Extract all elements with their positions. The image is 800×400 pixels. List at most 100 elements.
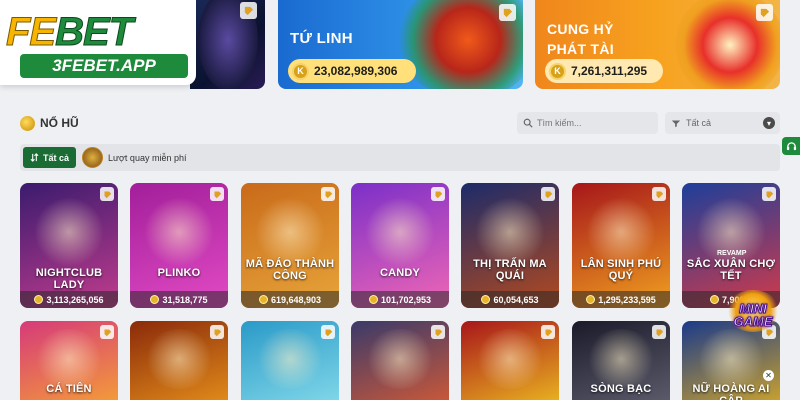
promo-tag-icon [541,187,555,201]
game-title: PLINKO [157,267,201,279]
coin-icon [34,295,44,304]
revamp-label: REVAMP [717,250,747,257]
game-art-highlight [475,329,545,389]
jackpot-bar: 101,702,953 [351,291,449,308]
game-card[interactable]: CÁ TIÊN [20,321,118,400]
jackpot-bar: 60,054,653 [461,291,559,308]
filter-free-spins-label: Lượt quay miễn phí [108,152,187,163]
promo-tag-icon [652,187,666,201]
promo-tag-icon [321,187,335,201]
promo-tag-icon [762,187,776,201]
jackpot-amount: 23,082,989,306 [314,64,398,78]
jackpot-bar: 31,518,775 [130,291,228,308]
game-card[interactable]: THỊ TRẤN MA QUÁI 60,054,653 [461,183,559,308]
game-art-highlight [365,329,435,389]
game-art-highlight [586,197,656,267]
banner-title: TỨ LINH [290,30,353,47]
jackpot-amount: 7,261,311,295 [571,64,648,78]
game-card[interactable]: CANDY 101,702,953 [351,183,449,308]
chevron-down-icon: ▾ [763,117,775,129]
free-spin-icon [82,147,103,168]
jackpot-bar: 3,113,265,056 [20,291,118,308]
game-title: NIGHTCLUB LADY [35,267,103,291]
sort-arrows-icon [30,153,39,162]
game-art-highlight [34,329,104,389]
promo-tag-icon [210,325,224,339]
coin-icon [586,295,596,304]
coin-icon [368,295,378,304]
game-title: THỊ TRẤN MA QUÁI [473,258,547,282]
jackpot-bar: 619,648,903 [241,291,339,308]
jackpot-pill: K 23,082,989,306 [288,59,416,83]
filter-free-spins-button[interactable]: Lượt quay miễn phí [82,147,186,168]
game-art-highlight [365,197,435,267]
headset-icon [786,141,796,150]
game-art-highlight [144,197,214,267]
banner-tu-linh[interactable]: TỨ LINH K 23,082,989,306 [278,0,523,89]
logo-wordmark: FEBET [5,10,133,54]
game-title: CANDY [379,267,421,279]
game-title: NỮ HOÀNG AI CẬP [692,383,770,400]
search-input[interactable] [537,118,647,128]
game-title: SẮC XUÂN CHỢ TẾT [686,258,776,282]
game-art-highlight [586,329,656,389]
promo-tag-icon [431,187,445,201]
game-art-highlight [144,329,214,389]
game-card[interactable]: MÃ ĐÁO THÀNH CÔNG 619,648,903 [241,183,339,308]
promo-tag-icon [541,325,555,339]
game-card[interactable] [351,321,449,400]
search-box[interactable] [517,112,658,134]
filter-bar: Tất cả Lượt quay miễn phí [20,144,780,171]
game-art-highlight [475,197,545,267]
jackpot-pot-icon [20,116,35,131]
game-title: SÒNG BẠC [590,383,652,395]
game-card[interactable]: SÒNG BẠC [572,321,670,400]
logo-fe: FE [5,10,56,54]
support-side-tab[interactable] [782,137,800,155]
coin-icon [150,295,160,304]
promo-tag-icon [321,325,335,339]
game-title: LÂN SINH PHÚ QUÝ [580,258,662,282]
game-card[interactable] [130,321,228,400]
section-title: NỔ HŨ [40,116,79,130]
jackpot-amount: 619,648,903 [270,294,322,305]
mini-game-label: MINI GAME [722,302,784,329]
promo-tag-icon [100,325,114,339]
coin-icon [258,295,268,304]
game-card[interactable]: NIGHTCLUB LADY 3,113,265,056 [20,183,118,308]
promo-tag-icon [756,4,773,21]
game-card[interactable]: PLINKO 31,518,775 [130,183,228,308]
game-card[interactable] [461,321,559,400]
close-icon[interactable]: ✕ [763,370,774,381]
banner-promo-dark[interactable] [190,0,265,89]
promo-tag-icon [499,4,516,21]
logo-domain: 3FEBET.APP [20,54,188,78]
game-art-highlight [255,329,325,389]
game-art-highlight [255,197,325,267]
promo-tag-icon [100,187,114,201]
jackpot-amount: 1,295,233,595 [598,294,656,305]
promo-tag-icon [210,187,224,201]
jackpot-amount: 31,518,775 [162,294,208,305]
coin-icon [481,295,491,304]
filter-icon [671,120,681,128]
banner-title: CUNG HỶ PHÁT TÀI [547,21,614,57]
search-icon [523,118,533,128]
game-title: CÁ TIÊN [46,383,92,395]
game-card[interactable] [241,321,339,400]
jackpot-amount: 3,113,265,056 [46,294,104,305]
mini-game-text-b: GAME [733,314,773,329]
coin-icon: K [292,62,309,80]
mini-game-button[interactable]: MINI GAME [722,290,784,334]
sort-select-value: Tất cả [686,118,712,128]
sort-select[interactable]: Tất cả ▾ [665,112,780,134]
coin-icon: K [549,62,566,80]
jackpot-amount: 101,702,953 [380,294,432,305]
game-art-highlight [696,329,766,389]
filter-all-button[interactable]: Tất cả [23,147,76,168]
banner-cung-hy-phat-tai[interactable]: CUNG HỶ PHÁT TÀI K 7,261,311,295 [535,0,780,89]
promo-tag-icon [652,325,666,339]
site-logo[interactable]: FEBET 3FEBET.APP [0,0,196,85]
game-title: MÃ ĐÁO THÀNH CÔNG [245,258,335,282]
game-card[interactable]: LÂN SINH PHÚ QUÝ 1,295,233,595 [572,183,670,308]
